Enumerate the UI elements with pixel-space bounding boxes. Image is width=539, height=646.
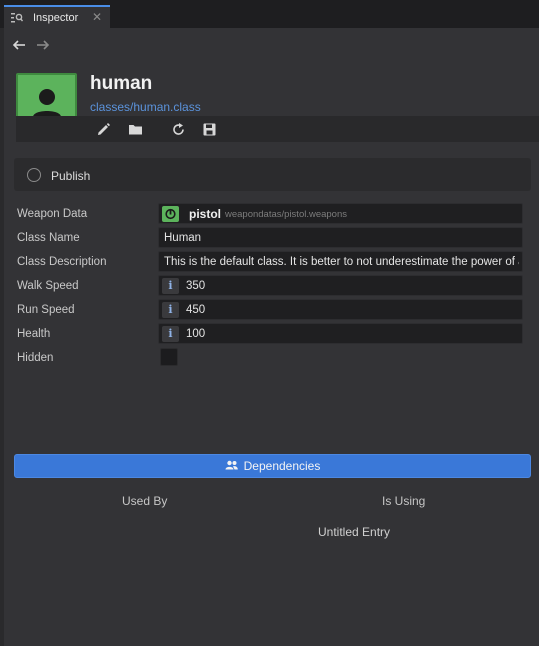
walk-speed-value: 350: [186, 280, 206, 292]
run-speed-value: 450: [186, 304, 206, 316]
hidden-checkbox[interactable]: [160, 348, 178, 366]
dependencies-button[interactable]: Dependencies: [14, 454, 531, 478]
walk-speed-label: Walk Speed: [17, 280, 79, 292]
integer-type-icon: i: [162, 302, 179, 318]
class-name-value: Human: [164, 232, 202, 244]
publish-label: Publish: [51, 169, 91, 183]
class-name-input[interactable]: Human: [158, 227, 523, 248]
class-description-value: This is the default class. It is better …: [164, 256, 519, 268]
health-label: Health: [17, 328, 51, 340]
run-speed-input[interactable]: i 450: [158, 299, 523, 320]
close-icon[interactable]: ✕: [92, 10, 102, 24]
group-icon: [225, 459, 238, 473]
forward-arrow-icon[interactable]: [36, 38, 50, 52]
publish-section: Publish: [14, 158, 531, 191]
dependency-entry[interactable]: Untitled Entry: [318, 525, 390, 539]
used-by-heading: Used By: [122, 494, 168, 508]
tab-inspector[interactable]: Inspector ✕: [4, 5, 110, 28]
weapon-path: weapondatas/pistol.weapons: [225, 209, 348, 220]
save-icon[interactable]: [202, 122, 217, 137]
hidden-label: Hidden: [17, 352, 54, 364]
is-using-heading: Is Using: [382, 494, 426, 508]
class-description-input[interactable]: This is the default class. It is better …: [158, 251, 523, 272]
run-speed-label: Run Speed: [17, 304, 75, 316]
health-input[interactable]: i 100: [158, 323, 523, 344]
page-title: human: [90, 73, 153, 94]
navigation-bar: [12, 38, 50, 52]
integer-type-icon: i: [162, 326, 179, 342]
health-value: 100: [186, 328, 206, 340]
tab-label: Inspector: [33, 11, 79, 24]
weapon-asset-icon: [162, 206, 179, 222]
back-arrow-icon[interactable]: [12, 38, 26, 52]
asset-toolbar: [16, 116, 539, 142]
class-name-label: Class Name: [17, 232, 80, 244]
weapon-data-field[interactable]: pistol weapondatas/pistol.weapons: [158, 203, 523, 224]
weapon-name: pistol: [189, 207, 221, 221]
folder-icon[interactable]: [128, 122, 143, 137]
refresh-icon[interactable]: [171, 122, 186, 137]
integer-type-icon: i: [162, 278, 179, 294]
class-path-link[interactable]: classes/human.class: [90, 100, 201, 114]
class-description-label: Class Description: [17, 256, 107, 268]
weapon-data-label: Weapon Data: [17, 208, 88, 220]
tab-bar: Inspector ✕: [0, 0, 539, 28]
inspector-icon: [11, 12, 24, 24]
publish-radio[interactable]: [27, 168, 41, 182]
dependencies-label: Dependencies: [243, 459, 321, 473]
walk-speed-input[interactable]: i 350: [158, 275, 523, 296]
inspector-panel: human classes/human.class Publish Weapon…: [4, 28, 539, 646]
edit-pencil-icon[interactable]: [96, 122, 111, 137]
